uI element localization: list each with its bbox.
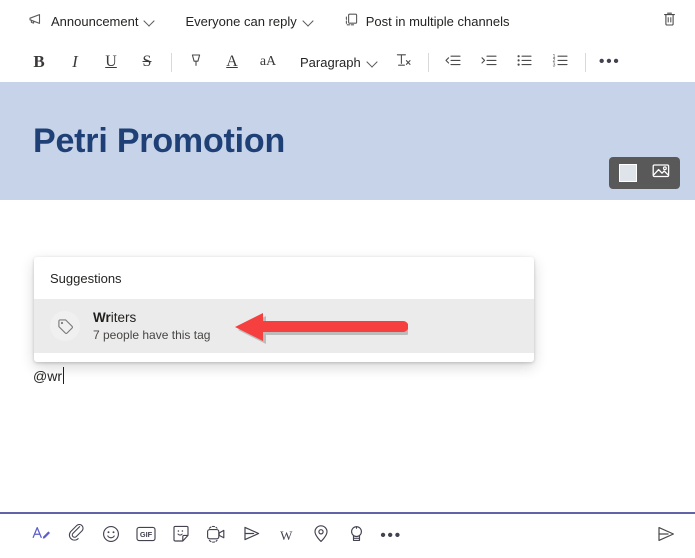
bold-button[interactable]: B xyxy=(24,48,54,76)
video-camera-icon xyxy=(205,525,227,548)
wiki-button[interactable]: W xyxy=(271,521,301,551)
chevron-down-icon xyxy=(145,16,155,26)
numbered-list-icon: 1 2 3 xyxy=(552,53,569,72)
gif-icon: GIF xyxy=(135,525,157,548)
font-color-button[interactable]: A xyxy=(217,48,247,76)
praise-award-icon xyxy=(348,524,365,549)
svg-text:3: 3 xyxy=(553,62,556,68)
format-button[interactable] xyxy=(26,521,56,551)
send-button[interactable] xyxy=(651,521,681,551)
suggestion-name-rest: iters xyxy=(110,310,137,325)
suggestion-name: Writers xyxy=(93,310,136,325)
paragraph-label: Paragraph xyxy=(300,54,361,70)
color-swatch-icon xyxy=(619,164,637,182)
suggestion-text: Writers 7 people have this tag xyxy=(93,309,210,343)
post-multiple-channels-label: Post in multiple channels xyxy=(365,13,510,29)
picture-icon xyxy=(651,162,671,184)
compose-action-bar: GIF W ••• xyxy=(0,514,695,558)
numbered-list-button[interactable]: 1 2 3 xyxy=(546,48,576,76)
chevron-down-icon xyxy=(368,57,378,67)
bullet-list-icon xyxy=(516,53,533,72)
toolbar-divider xyxy=(427,52,429,72)
post-options-bar: Announcement Everyone can reply Post in … xyxy=(0,0,695,42)
chevron-down-icon xyxy=(304,16,314,26)
announcement-label: Announcement xyxy=(51,13,139,29)
location-pin-icon xyxy=(312,524,330,549)
more-formatting-options-button[interactable]: ••• xyxy=(595,48,625,76)
strikethrough-button[interactable]: S xyxy=(132,48,162,76)
reply-permissions-selector[interactable]: Everyone can reply xyxy=(179,11,319,32)
post-multiple-channels-button[interactable]: Post in multiple channels xyxy=(338,8,516,34)
giphy-button[interactable]: GIF xyxy=(131,521,161,551)
suggestion-name-match: Wr xyxy=(93,310,111,325)
suggestion-item-writers[interactable]: Writers 7 people have this tag xyxy=(34,299,534,354)
emoji-icon xyxy=(101,524,121,549)
toolbar-divider xyxy=(171,52,172,72)
stream-button[interactable] xyxy=(236,521,266,551)
outdent-icon xyxy=(444,53,462,72)
paragraph-style-selector[interactable]: Paragraph xyxy=(293,51,385,74)
message-text: @wr xyxy=(33,367,62,384)
praise-button[interactable] xyxy=(341,521,371,551)
clear-formatting-icon xyxy=(394,51,413,73)
suggestion-subtitle: 7 people have this tag xyxy=(93,328,211,343)
decrease-indent-button[interactable] xyxy=(438,48,468,76)
banner-image-controls xyxy=(609,157,680,189)
background-image-button[interactable] xyxy=(649,162,673,184)
message-input[interactable]: @wr xyxy=(33,367,65,384)
wikipedia-icon: W xyxy=(280,528,292,543)
increase-indent-button[interactable] xyxy=(474,48,504,76)
font-size-button[interactable]: aA xyxy=(253,48,283,76)
bulleted-list-button[interactable] xyxy=(510,48,540,76)
tag-icon xyxy=(50,311,80,342)
toolbar-divider xyxy=(584,52,586,72)
announcement-selector[interactable]: Announcement xyxy=(22,9,161,34)
highlighter-icon xyxy=(188,52,204,73)
sticker-button[interactable] xyxy=(166,521,196,551)
background-color-button[interactable] xyxy=(616,162,640,184)
page-title[interactable]: Petri Promotion xyxy=(33,124,285,158)
paperclip-icon xyxy=(67,523,86,548)
meet-now-button[interactable] xyxy=(201,521,231,551)
duplicate-icon xyxy=(344,12,359,30)
text-cursor xyxy=(62,367,65,384)
italic-button[interactable]: I xyxy=(60,48,90,76)
trash-icon xyxy=(661,10,678,33)
announcement-banner: Petri Promotion xyxy=(0,82,695,200)
send-triangle-icon xyxy=(241,524,262,548)
reply-permissions-label: Everyone can reply xyxy=(185,13,297,29)
highlight-button[interactable] xyxy=(181,48,211,76)
mention-suggestions-popup: Suggestions Writers 7 people have this t… xyxy=(34,257,534,363)
more-options-button[interactable]: ••• xyxy=(376,521,406,551)
compose-body: Petri Promotion Suggestions Writers 7 pe… xyxy=(0,82,695,514)
clear-formatting-button[interactable] xyxy=(389,48,419,76)
discard-button[interactable] xyxy=(655,7,683,35)
megaphone-icon xyxy=(28,13,44,30)
attach-button[interactable] xyxy=(61,521,91,551)
underline-button[interactable]: U xyxy=(96,48,126,76)
formatting-toolbar: B I U S A aA Paragraph 1 2 3 ••• xyxy=(0,42,695,82)
send-icon xyxy=(655,524,677,549)
indent-icon xyxy=(480,53,498,72)
location-button[interactable] xyxy=(306,521,336,551)
teams-compose-window: Announcement Everyone can reply Post in … xyxy=(0,0,695,558)
sticker-icon xyxy=(171,524,191,549)
svg-text:GIF: GIF xyxy=(140,530,153,539)
format-text-icon xyxy=(31,524,52,548)
emoji-button[interactable] xyxy=(96,521,126,551)
suggestions-header: Suggestions xyxy=(50,271,122,286)
